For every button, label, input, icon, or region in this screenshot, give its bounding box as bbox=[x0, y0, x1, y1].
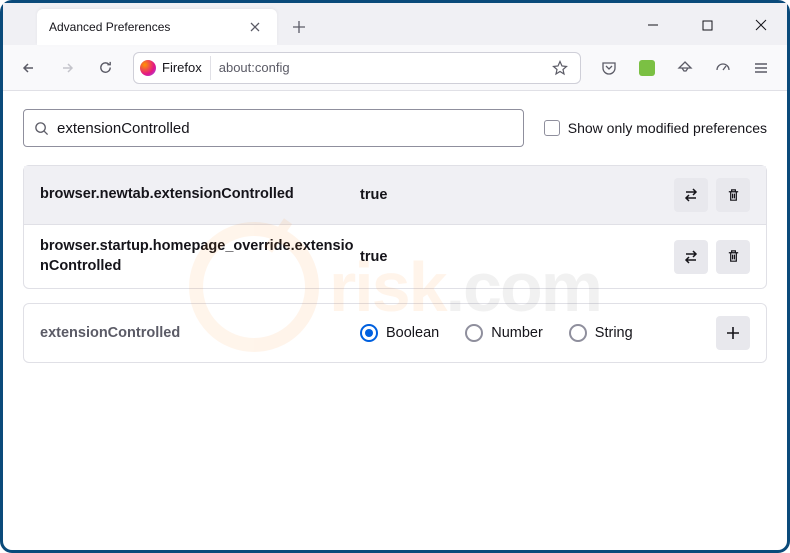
search-icon bbox=[34, 121, 49, 136]
pref-name: browser.newtab.extensionControlled bbox=[40, 185, 360, 205]
new-pref-name: extensionControlled bbox=[40, 325, 360, 341]
swap-icon bbox=[683, 249, 699, 265]
radio-icon bbox=[465, 324, 483, 342]
pref-name: browser.startup.homepage_override.extens… bbox=[40, 237, 360, 276]
pref-row[interactable]: browser.startup.homepage_override.extens… bbox=[24, 224, 766, 288]
radio-label: String bbox=[595, 325, 633, 341]
browser-toolbar: Firefox about:config bbox=[3, 45, 787, 91]
radio-icon bbox=[569, 324, 587, 342]
forward-button[interactable] bbox=[51, 52, 83, 84]
inbox-icon[interactable] bbox=[669, 52, 701, 84]
pref-value: true bbox=[360, 249, 674, 265]
delete-button[interactable] bbox=[716, 178, 750, 212]
identity-label: Firefox bbox=[162, 60, 202, 75]
checkbox-icon bbox=[544, 120, 560, 136]
hamburger-menu-icon[interactable] bbox=[745, 52, 777, 84]
radio-label: Boolean bbox=[386, 325, 439, 341]
minimize-button[interactable] bbox=[635, 11, 671, 39]
window-controls bbox=[635, 11, 779, 39]
swap-icon bbox=[683, 187, 699, 203]
close-tab-icon[interactable] bbox=[245, 17, 265, 37]
pref-row[interactable]: browser.newtab.extensionControlled true bbox=[24, 166, 766, 224]
pref-actions bbox=[674, 240, 750, 274]
bookmark-star-icon[interactable] bbox=[546, 54, 574, 82]
radio-string[interactable]: String bbox=[569, 324, 633, 342]
new-tab-button[interactable] bbox=[283, 11, 315, 43]
close-window-button[interactable] bbox=[743, 11, 779, 39]
pref-actions bbox=[674, 178, 750, 212]
back-button[interactable] bbox=[13, 52, 45, 84]
url-text: about:config bbox=[211, 60, 546, 75]
new-pref-row: extensionControlled Boolean Number Strin… bbox=[23, 303, 767, 363]
search-value: extensionControlled bbox=[57, 120, 190, 137]
trash-icon bbox=[726, 249, 741, 264]
plus-icon bbox=[726, 326, 740, 340]
address-bar[interactable]: Firefox about:config bbox=[133, 52, 581, 84]
site-identity[interactable]: Firefox bbox=[140, 56, 211, 80]
search-input[interactable]: extensionControlled bbox=[23, 109, 524, 147]
reload-button[interactable] bbox=[89, 52, 121, 84]
checkbox-label: Show only modified preferences bbox=[568, 120, 767, 136]
tab-title: Advanced Preferences bbox=[49, 20, 245, 34]
radio-icon bbox=[360, 324, 378, 342]
dashboard-icon[interactable] bbox=[707, 52, 739, 84]
pocket-icon[interactable] bbox=[593, 52, 625, 84]
extension-icon[interactable] bbox=[631, 52, 663, 84]
config-content: extensionControlled Show only modified p… bbox=[3, 91, 787, 381]
delete-button[interactable] bbox=[716, 240, 750, 274]
firefox-logo-icon bbox=[140, 60, 156, 76]
search-row: extensionControlled Show only modified p… bbox=[23, 109, 767, 147]
trash-icon bbox=[726, 188, 741, 203]
add-pref-button[interactable] bbox=[716, 316, 750, 350]
type-radio-group: Boolean Number String bbox=[360, 324, 716, 342]
pref-list: browser.newtab.extensionControlled true … bbox=[23, 165, 767, 289]
radio-boolean[interactable]: Boolean bbox=[360, 324, 439, 342]
maximize-button[interactable] bbox=[689, 11, 725, 39]
show-modified-checkbox[interactable]: Show only modified preferences bbox=[544, 120, 767, 136]
radio-label: Number bbox=[491, 325, 543, 341]
radio-number[interactable]: Number bbox=[465, 324, 543, 342]
toggle-button[interactable] bbox=[674, 240, 708, 274]
toggle-button[interactable] bbox=[674, 178, 708, 212]
browser-tab[interactable]: Advanced Preferences bbox=[37, 9, 277, 45]
pref-value: true bbox=[360, 187, 674, 203]
